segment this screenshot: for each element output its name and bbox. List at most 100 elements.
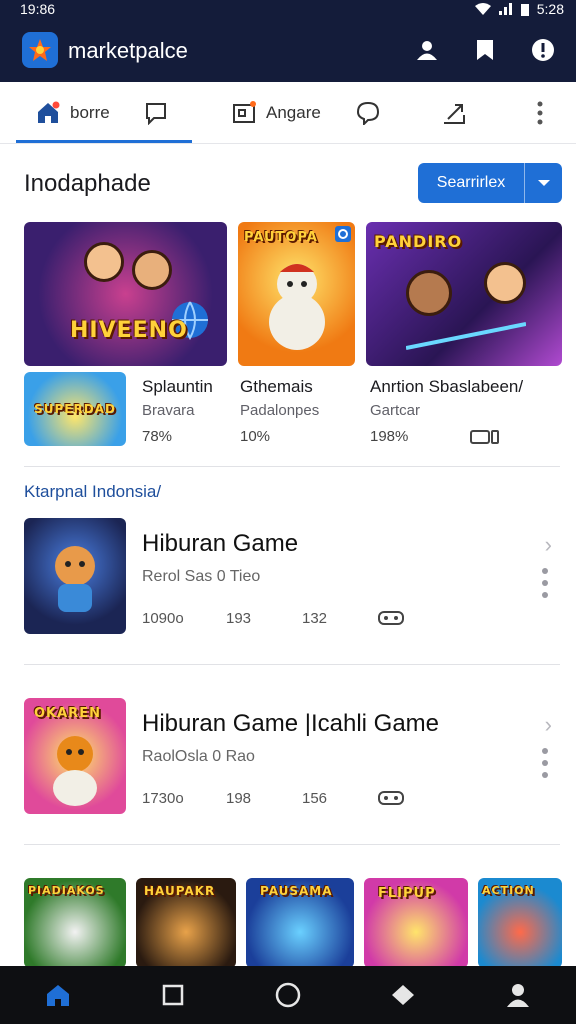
game-thumbnail[interactable]: HAUPAKR [136,878,236,968]
item-title[interactable]: Anrtion Sbaslabeen/ [370,377,523,397]
item-subtitle: Bravara [142,402,195,419]
game-art-text: HIVEENO [70,318,188,343]
game-artwork: PIADIAKOS [24,878,126,968]
game-art-text: PAUSAMA [260,884,333,898]
chevron-right-icon[interactable]: › [545,532,552,558]
character-art [132,250,172,290]
featured-card[interactable]: HIVEENO [24,222,227,366]
home-icon[interactable] [38,975,78,1015]
item-title[interactable]: Hiburan Game [142,530,298,558]
game-artwork: SUPERDAD [24,372,126,446]
game-artwork: HIVEENO [24,222,227,366]
game-artwork [24,518,126,634]
item-subtitle: Padalonpes [240,402,320,419]
divider [24,466,560,467]
circle-icon[interactable] [268,975,308,1015]
app-bar: marketpalce [0,20,576,82]
game-artwork: ACTION [478,878,562,968]
item-stat: 1730o [142,790,184,807]
game-artwork: PAUTOPA [238,222,355,366]
home-icon [38,101,60,123]
item-subtitle: Gartcar [370,402,421,419]
gamepad-icon[interactable] [378,790,406,806]
character-art [53,736,97,806]
item-stat: 193 [226,610,252,627]
badge-icon [335,226,351,242]
tab-message[interactable] [356,96,380,130]
game-thumbnail[interactable]: FLIPUP [364,878,468,968]
game-artwork: HAUPAKR [136,878,236,968]
divider [24,664,560,665]
app-title: marketpalce [68,38,188,63]
signal-icon [498,3,512,15]
message-icon [356,101,380,125]
game-art-text: FLIPUP [378,886,436,901]
game-thumbnail[interactable]: OKAREN [24,698,126,814]
item-stat: 198 [226,790,252,807]
item-percent: 10% [240,428,271,445]
game-art-text: HAUPAKR [144,884,216,898]
game-art-text: PIADIAKOS [28,884,105,897]
category-link[interactable]: Ktarpnal Indonsia/ [24,482,161,502]
item-subtitle: RaolOsla 0 Rao [142,748,255,765]
divider [24,844,560,845]
chevron-down-icon[interactable] [524,163,562,203]
game-thumbnail[interactable] [24,518,126,634]
search-button-label: Searrirlex [436,174,506,191]
chevron-right-icon[interactable]: › [545,712,552,738]
game-art-text: PAUTOPA [244,230,318,245]
user-icon[interactable] [414,37,440,63]
tab-home[interactable]: borre [36,96,110,130]
item-percent: 78% [142,428,173,445]
chat-icon [146,103,166,125]
status-battery-text: 5:28 [536,1,564,17]
list-item[interactable]: OKAREN Hiburan Game |Icahli Game RaolOsl… [0,698,576,828]
bookmark-icon[interactable] [472,37,498,63]
gamepad-icon[interactable] [470,429,500,445]
character-art [269,264,325,350]
item-title[interactable]: Splauntin [142,377,213,397]
item-stat: 1090o [142,610,184,627]
share-icon [444,104,465,124]
tab-more[interactable] [536,96,544,130]
status-time: 19:86 [20,1,56,17]
status-bar: 19:86 5:28 [0,0,576,20]
game-artwork: OKAREN [24,698,126,814]
search-dropdown-button[interactable]: Searrirlex [418,163,562,203]
featured-card[interactable]: PANDIRO [366,222,562,366]
game-thumbnail[interactable]: SUPERDAD [24,372,126,446]
game-thumbnail[interactable]: PAUSAMA [246,878,354,968]
square-icon[interactable] [153,975,193,1015]
game-art-text: PANDIRO [374,232,463,251]
game-artwork: PANDIRO [366,222,562,366]
more-vert-icon[interactable] [542,568,550,598]
item-title[interactable]: Hiburan Game |Icahli Game [142,710,439,738]
battery-icon [520,3,529,16]
alert-icon[interactable] [530,37,556,63]
item-title[interactable]: Gthemais [240,377,313,397]
featured-card[interactable]: PAUTOPA [238,222,355,366]
character-art [84,242,124,282]
game-thumbnail[interactable]: PIADIAKOS [24,878,126,968]
window-icon [233,101,256,123]
more-vert-icon[interactable] [542,748,550,778]
game-thumbnail[interactable]: ACTION [478,878,562,968]
tab-home-label: borre [70,103,110,122]
game-artwork: FLIPUP [364,878,468,968]
tab-angare[interactable]: Angare [232,96,321,130]
logo-icon[interactable] [22,32,58,68]
app-actions [414,37,556,63]
profile-icon[interactable] [498,975,538,1015]
gamepad-icon[interactable] [378,610,406,626]
tab-chat[interactable] [144,96,168,130]
tab-share[interactable] [442,96,468,130]
character-art [484,262,526,304]
list-item[interactable]: Hiburan Game Rerol Sas 0 Tieo 1090o 193 … [0,518,576,648]
game-artwork: PAUSAMA [246,878,354,968]
game-art-text: ACTION [482,884,535,897]
diamond-icon[interactable] [383,975,423,1015]
status-icons: 5:28 [474,1,564,17]
item-percent: 198% [370,428,409,445]
wifi-icon [474,3,491,15]
game-art-text: SUPERDAD [34,402,116,416]
